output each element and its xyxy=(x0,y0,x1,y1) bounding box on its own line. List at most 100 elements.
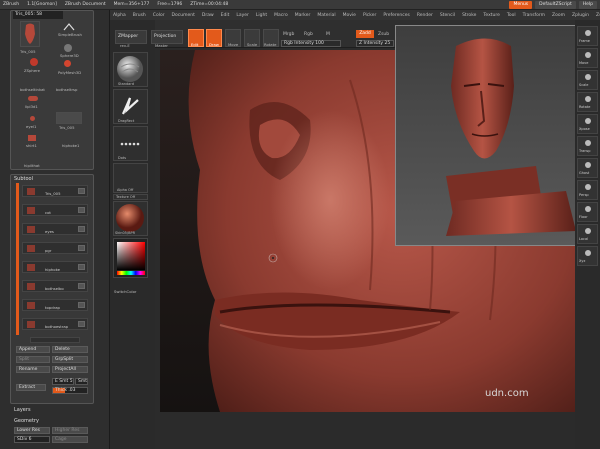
delete-button[interactable]: Delete xyxy=(52,346,88,353)
extract-button[interactable]: Extract xyxy=(16,384,46,391)
menu-preferences[interactable]: Preferences xyxy=(383,13,409,18)
mrgb-toggle[interactable]: Mrgb xyxy=(283,32,294,37)
preview-window[interactable] xyxy=(395,25,595,246)
tool-thumb-tris[interactable] xyxy=(56,112,82,124)
right-shelf-xyz[interactable]: Xyz xyxy=(577,246,598,266)
subtool-row[interactable]: bothoestrap xyxy=(22,318,88,330)
smt-toggle[interactable]: Smt xyxy=(75,378,88,385)
menu-render[interactable]: Render xyxy=(417,13,433,18)
hue-strip[interactable] xyxy=(117,271,145,275)
menu-zoom[interactable]: Zoom xyxy=(552,13,565,18)
right-shelf-ghost[interactable]: Ghost xyxy=(577,158,598,178)
zadd-button[interactable]: Zadd xyxy=(356,30,374,38)
menu-color[interactable]: Color xyxy=(153,13,165,18)
tool-item-label[interactable]: hipilthat xyxy=(24,163,40,168)
menu-material[interactable]: Material xyxy=(317,13,335,18)
eye-toggle-icon[interactable] xyxy=(78,188,85,194)
projectall-button[interactable]: ProjectAll xyxy=(52,366,88,373)
eye-toggle-icon[interactable] xyxy=(78,226,85,232)
rgb-intensity-slider[interactable]: Rgb Intensity 100 xyxy=(281,40,341,47)
lips-icon[interactable] xyxy=(28,96,38,101)
lower-res-button[interactable]: Lower Res xyxy=(14,427,50,434)
right-shelf-xpose[interactable]: Xpose xyxy=(577,114,598,134)
right-shelf-scale[interactable]: Scale xyxy=(577,70,598,90)
right-shelf-persp[interactable]: Persp xyxy=(577,180,598,200)
eye-toggle-icon[interactable] xyxy=(78,207,85,213)
right-shelf-rotate[interactable]: Rotate xyxy=(577,92,598,112)
eye-toggle-icon[interactable] xyxy=(78,321,85,327)
subtool-row[interactable]: Tris_005 xyxy=(22,185,88,197)
subtool-scrollbar[interactable] xyxy=(16,183,19,335)
color-picker[interactable] xyxy=(113,238,148,278)
menu-tool[interactable]: Tool xyxy=(507,13,516,18)
eye-toggle-icon[interactable] xyxy=(78,302,85,308)
projection-master-button[interactable]: Projection xyxy=(151,30,183,44)
simplebrush-icon[interactable] xyxy=(62,22,76,32)
rename-button[interactable]: Rename xyxy=(16,366,50,373)
color-hue-square[interactable] xyxy=(117,242,145,270)
thick-slider[interactable]: Thick .03 xyxy=(52,387,88,394)
polymesh-icon[interactable] xyxy=(64,60,71,67)
z-intensity-slider[interactable]: Z Intensity 25 xyxy=(356,40,394,47)
switchcolor-label[interactable]: SwitchColor xyxy=(114,289,136,294)
menus-button[interactable]: Menus xyxy=(509,0,533,9)
tool-title[interactable]: Tris_005: 58 xyxy=(13,11,63,19)
append-button[interactable]: Append xyxy=(16,346,50,353)
zmapper-button[interactable]: ZMapper xyxy=(115,30,147,44)
subtool-row[interactable]: topdrap xyxy=(22,299,88,311)
zsub-button[interactable]: Zsub xyxy=(378,32,389,37)
e-smt-slider[interactable]: E Smt 5 xyxy=(52,378,74,385)
right-shelf-local[interactable]: Local xyxy=(577,224,598,244)
menu-stencil[interactable]: Stencil xyxy=(440,13,455,18)
menu-picker[interactable]: Picker xyxy=(363,13,376,18)
right-shelf-transp[interactable]: Transp xyxy=(577,136,598,156)
tool-item-label[interactable]: Tris_005 xyxy=(59,125,75,130)
menu-alpha[interactable]: Alpha xyxy=(113,13,126,18)
subtool-scroll-arrows[interactable] xyxy=(30,337,80,343)
menu-texture[interactable]: Texture xyxy=(483,13,499,18)
menu-stroke[interactable]: Stroke xyxy=(462,13,476,18)
help-button[interactable]: Help xyxy=(578,0,597,9)
eye-toggle-icon[interactable] xyxy=(78,283,85,289)
menu-draw[interactable]: Draw xyxy=(202,13,214,18)
sdiv-slider[interactable]: SDiv 6 xyxy=(14,436,50,443)
sphere3d-icon[interactable] xyxy=(64,44,72,52)
layers-section[interactable]: Layers xyxy=(14,407,31,413)
right-shelf-frame[interactable]: Frame xyxy=(577,26,598,46)
eye-toggle-icon[interactable] xyxy=(78,245,85,251)
tool-item-label[interactable]: hiphoke1 xyxy=(62,143,79,148)
default-zscript-button[interactable]: DefaultZScript xyxy=(535,0,576,9)
subtool-row[interactable]: cot xyxy=(22,204,88,216)
subtool-row[interactable]: bothselbo xyxy=(22,280,88,292)
menu-brush[interactable]: Brush xyxy=(133,13,146,18)
menu-macro[interactable]: Macro xyxy=(274,13,288,18)
subtool-row[interactable]: eyes xyxy=(22,223,88,235)
eye-toggle-icon[interactable] xyxy=(78,264,85,270)
menu-light[interactable]: Light xyxy=(256,13,267,18)
eye-icon[interactable] xyxy=(30,116,35,121)
cage-button[interactable]: Cage xyxy=(52,436,88,443)
menu-layer[interactable]: Layer xyxy=(236,13,249,18)
tool-item-label[interactable]: bothseltrsp xyxy=(56,87,77,92)
tool-item-label[interactable]: eyel1 xyxy=(26,124,36,129)
tool-item-label[interactable]: bothseltinkat xyxy=(20,87,45,92)
rgb-toggle[interactable]: Rgb xyxy=(304,32,313,37)
zsphere-icon[interactable] xyxy=(30,58,38,66)
menu-marker[interactable]: Marker xyxy=(295,13,311,18)
menu-zplugin[interactable]: Zplugin xyxy=(572,13,589,18)
tool-thumb-current[interactable] xyxy=(20,21,40,47)
shirt-icon[interactable] xyxy=(28,135,36,141)
right-shelf-floor[interactable]: Floor xyxy=(577,202,598,222)
menu-transform[interactable]: Transform xyxy=(523,13,545,18)
higher-res-button[interactable]: Higher Res xyxy=(52,427,88,434)
menu-document[interactable]: Document xyxy=(172,13,195,18)
split-button[interactable]: Split xyxy=(16,356,50,363)
subtool-row[interactable]: pgr xyxy=(22,242,88,254)
subtool-row[interactable]: hiphoke xyxy=(22,261,88,273)
menu-edit[interactable]: Edit xyxy=(221,13,230,18)
m-toggle[interactable]: M xyxy=(326,32,330,37)
menu-zscript[interactable]: Zscript xyxy=(596,13,600,18)
grpsplit-button[interactable]: GrpSplit xyxy=(52,356,88,363)
tool-item-label[interactable]: lipl3d1 xyxy=(25,104,38,109)
menu-movie[interactable]: Movie xyxy=(343,13,356,18)
